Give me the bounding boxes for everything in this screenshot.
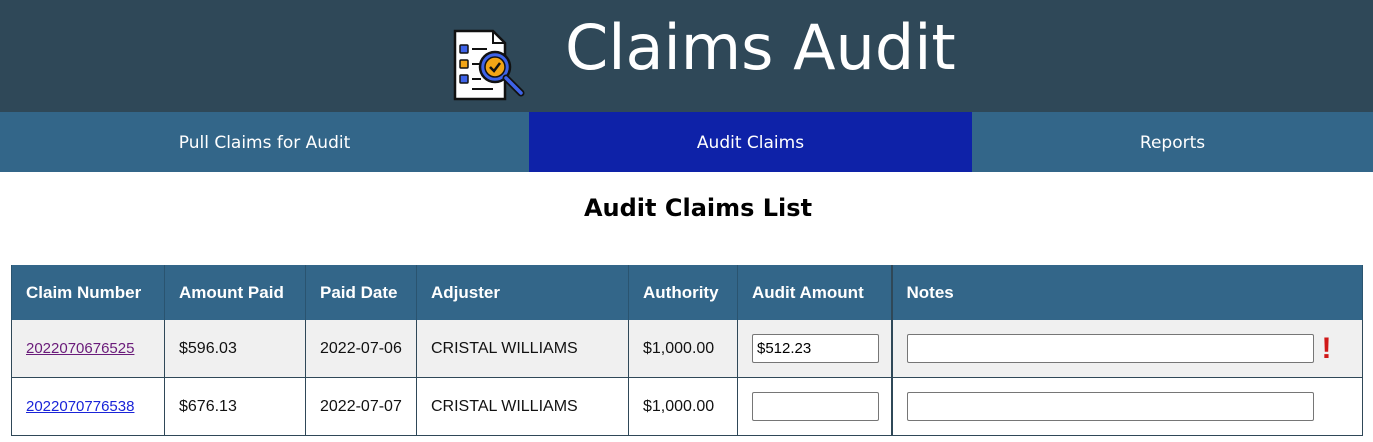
audit-amount-cell xyxy=(737,320,893,378)
tab-audit-claims[interactable]: Audit Claims xyxy=(529,112,972,172)
table-header-row: Claim Number Amount Paid Paid Date Adjus… xyxy=(11,265,1363,320)
adjuster-cell: CRISTAL WILLIAMS xyxy=(416,377,629,436)
column-header-adjuster: Adjuster xyxy=(416,265,629,320)
paid-date-cell: 2022-07-07 xyxy=(305,377,417,436)
notes-input[interactable] xyxy=(906,392,1314,421)
column-header-amount-paid: Amount Paid xyxy=(164,265,306,320)
amount-paid-cell: $676.13 xyxy=(164,377,306,436)
claims-table: Claim Number Amount Paid Paid Date Adjus… xyxy=(11,265,1363,436)
audit-amount-input[interactable] xyxy=(752,334,879,363)
main-nav: Pull Claims for Audit Audit Claims Repor… xyxy=(0,112,1373,172)
exclamation-alert-icon: ! xyxy=(1321,331,1332,365)
notes-cell: ! xyxy=(891,320,1363,378)
column-header-authority: Authority xyxy=(628,265,738,320)
adjuster-cell: CRISTAL WILLIAMS xyxy=(416,320,629,378)
paid-date-cell: 2022-07-06 xyxy=(305,320,417,378)
tab-pull-claims[interactable]: Pull Claims for Audit xyxy=(0,112,529,172)
notes-input[interactable] xyxy=(906,334,1314,363)
table-row: 2022070676525 $596.03 2022-07-06 CRISTAL… xyxy=(11,320,1363,378)
claim-number-link[interactable]: 2022070676525 xyxy=(26,340,134,357)
app-header: Claims Audit xyxy=(0,0,1373,112)
authority-cell: $1,000.00 xyxy=(628,377,738,436)
audit-amount-input[interactable] xyxy=(752,392,879,421)
audit-amount-cell xyxy=(737,377,893,436)
authority-cell: $1,000.00 xyxy=(628,320,738,378)
audit-document-magnifier-icon xyxy=(449,27,529,103)
column-header-audit-amount: Audit Amount xyxy=(737,265,893,320)
amount-paid-cell: $596.03 xyxy=(164,320,306,378)
column-header-paid-date: Paid Date xyxy=(305,265,417,320)
claim-number-cell: 2022070676525 xyxy=(11,320,165,378)
table-row: 2022070776538 $676.13 2022-07-07 CRISTAL… xyxy=(11,377,1363,436)
tab-reports[interactable]: Reports xyxy=(972,112,1373,172)
page-title: Audit Claims List xyxy=(583,194,813,222)
app-title: Claims Audit xyxy=(565,11,956,84)
notes-cell xyxy=(891,377,1363,436)
claim-number-cell: 2022070776538 xyxy=(11,377,165,436)
column-header-notes: Notes xyxy=(891,265,1363,320)
claim-number-link[interactable]: 2022070776538 xyxy=(26,398,134,415)
column-header-claim-number: Claim Number xyxy=(11,265,165,320)
